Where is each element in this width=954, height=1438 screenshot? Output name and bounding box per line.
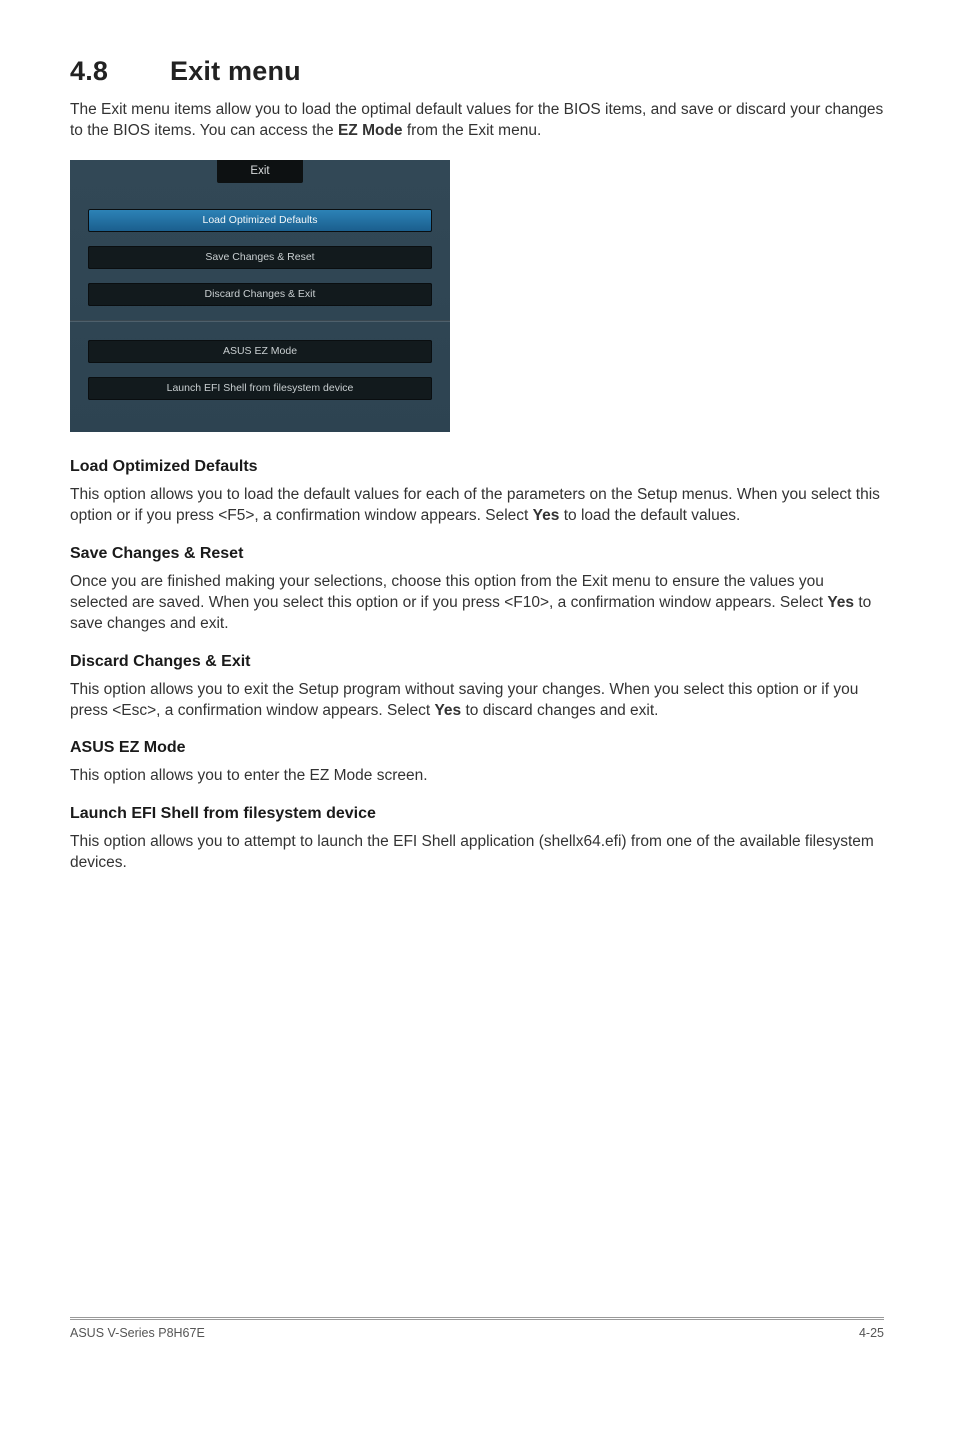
bios-btn-discard-changes-exit: Discard Changes & Exit (88, 283, 432, 306)
intro-paragraph: The Exit menu items allow you to load th… (70, 99, 884, 142)
discard-yes: Yes (434, 702, 461, 719)
block-load-optimized: Load Optimized Defaults This option allo… (70, 458, 884, 527)
para-efi-shell: This option allows you to attempt to lau… (70, 831, 884, 874)
block-efi-shell: Launch EFI Shell from filesystem device … (70, 805, 884, 874)
heading-discard-changes: Discard Changes & Exit (70, 653, 884, 671)
discard-t2: to discard changes and exit. (461, 702, 658, 719)
para-load-optimized: This option allows you to load the defau… (70, 484, 884, 527)
block-discard-changes: Discard Changes & Exit This option allow… (70, 653, 884, 722)
load-t1: This option allows you to load the defau… (70, 486, 880, 524)
heading-ez-mode: ASUS EZ Mode (70, 739, 884, 757)
heading-load-optimized: Load Optimized Defaults (70, 458, 884, 476)
block-save-changes: Save Changes & Reset Once you are finish… (70, 545, 884, 635)
bios-screenshot: Exit Load Optimized Defaults Save Change… (70, 160, 450, 432)
bios-btn-asus-ez-mode: ASUS EZ Mode (88, 340, 432, 363)
heading-save-changes: Save Changes & Reset (70, 545, 884, 563)
section-heading: 4.8Exit menu (70, 56, 884, 87)
load-yes: Yes (533, 507, 560, 524)
para-discard-changes: This option allows you to exit the Setup… (70, 679, 884, 722)
intro-text-2: from the Exit menu. (403, 122, 542, 139)
save-t1: Once you are finished making your select… (70, 573, 827, 611)
save-yes: Yes (827, 594, 854, 611)
section-number: 4.8 (70, 56, 170, 87)
load-t2: to load the default values. (559, 507, 740, 524)
heading-efi-shell: Launch EFI Shell from filesystem device (70, 805, 884, 823)
bios-divider (70, 320, 450, 322)
para-save-changes: Once you are finished making your select… (70, 571, 884, 635)
footer-left: ASUS V-Series P8H67E (70, 1326, 205, 1340)
bios-btn-load-optimized-defaults: Load Optimized Defaults (88, 209, 432, 232)
intro-ezmode-bold: EZ Mode (338, 122, 403, 139)
block-ez-mode: ASUS EZ Mode This option allows you to e… (70, 739, 884, 786)
footer-right: 4-25 (859, 1326, 884, 1340)
bios-tab-exit: Exit (217, 160, 303, 183)
bios-btn-launch-efi-shell: Launch EFI Shell from filesystem device (88, 377, 432, 400)
bios-btn-save-changes-reset: Save Changes & Reset (88, 246, 432, 269)
page-footer: ASUS V-Series P8H67E 4-25 (70, 1319, 884, 1340)
section-title: Exit menu (170, 56, 301, 86)
para-ez-mode: This option allows you to enter the EZ M… (70, 765, 884, 786)
